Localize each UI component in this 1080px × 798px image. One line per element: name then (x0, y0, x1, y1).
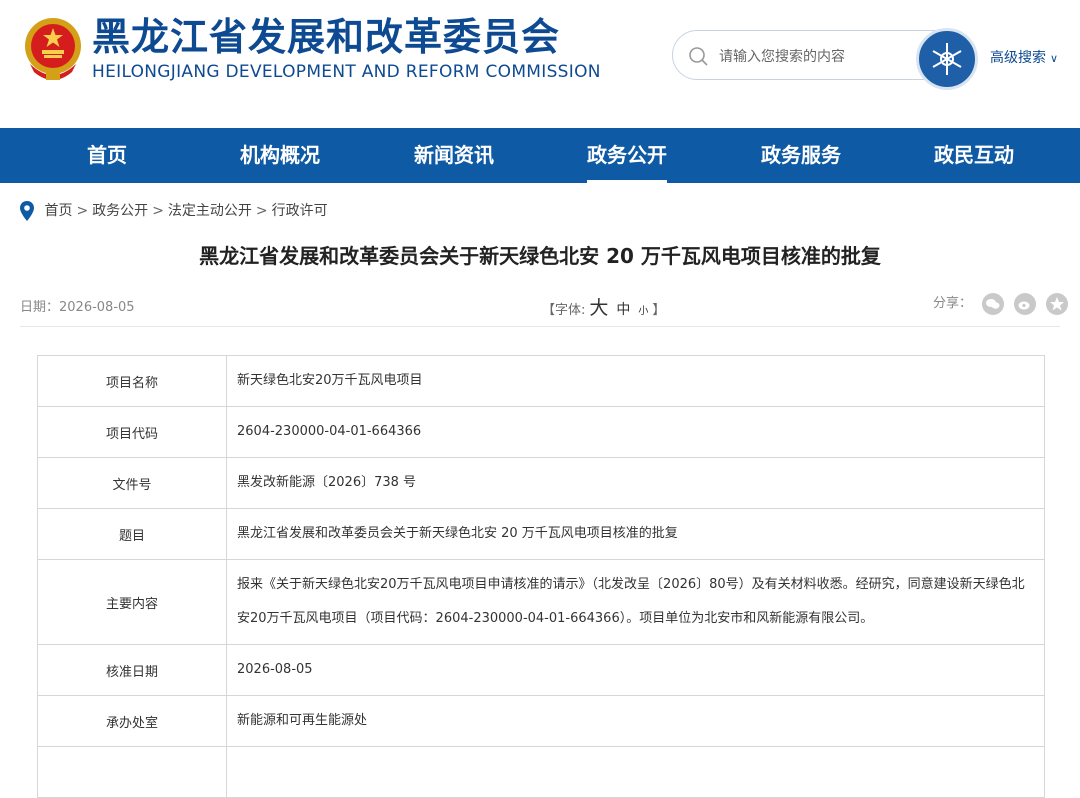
main-nav: 首页 机构概况 新闻资讯 政务公开 政务服务 政民互动 (0, 128, 1080, 183)
breadcrumb-separator: > (255, 203, 268, 219)
meta-divider (20, 326, 1060, 327)
breadcrumb-home[interactable]: 首页 (44, 203, 72, 219)
chevron-down-icon: ∨ (1050, 52, 1059, 65)
search-icon (689, 47, 708, 66)
table-row: 文件号 黑发改新能源〔2026〕738 号 (37, 457, 1045, 509)
national-emblem-icon (25, 18, 81, 80)
table-row: 核准日期 2026-08-05 (37, 644, 1045, 696)
row-value: 黑发改新能源〔2026〕738 号 (226, 457, 1045, 509)
star-favorite-icon[interactable] (1046, 292, 1069, 315)
snowflake-icon (932, 43, 962, 75)
font-small-button[interactable]: 小 (638, 306, 648, 317)
advanced-search-label: 高级搜索 (990, 50, 1046, 66)
nav-item-news[interactable]: 新闻资讯 (384, 128, 524, 183)
row-label: 文件号 (37, 457, 227, 509)
weibo-icon[interactable] (1014, 292, 1037, 315)
font-size-label: 【字体: (542, 303, 586, 318)
font-big-button[interactable]: 大 (589, 297, 608, 319)
breadcrumb-disclosure[interactable]: 法定主动公开 (168, 203, 252, 219)
share-bar: 分享： (933, 292, 1069, 315)
table-row: 项目名称 新天绿色北安20万千瓦风电项目 (37, 355, 1045, 407)
row-value (226, 746, 1045, 798)
table-row: 主要内容 报来《关于新天绿色北安20万千瓦风电项目申请核准的请示》（北发改呈〔2… (37, 559, 1045, 645)
nav-item-interaction[interactable]: 政民互动 (904, 128, 1044, 183)
nav-item-gov-affairs[interactable]: 政务公开 (557, 128, 697, 183)
row-label: 核准日期 (37, 644, 227, 696)
search-input[interactable] (717, 43, 921, 71)
nav-item-home[interactable]: 首页 (37, 128, 177, 183)
site-title[interactable]: 黑龙江省发展和改革委员会 (92, 14, 560, 60)
font-size-control: 【字体: 大中小】 (542, 293, 665, 320)
site-subtitle: HEILONGJIANG DEVELOPMENT AND REFORM COMM… (92, 62, 601, 82)
nav-item-gov-services[interactable]: 政务服务 (731, 128, 871, 183)
row-label: 项目代码 (37, 406, 227, 458)
project-info-table: 项目名称 新天绿色北安20万千瓦风电项目 项目代码 2604-230000-04… (37, 355, 1045, 798)
row-label: 项目名称 (37, 355, 227, 407)
site-header: 黑龙江省发展和改革委员会 HEILONGJIANG DEVELOPMENT AN… (0, 0, 1080, 128)
row-value: 2604-230000-04-01-664366 (226, 406, 1045, 458)
article-date: 日期：2026-08-05 (20, 300, 135, 315)
row-label: 主要内容 (37, 559, 227, 645)
search-button[interactable] (916, 28, 978, 90)
nav-item-about[interactable]: 机构概况 (210, 128, 350, 183)
location-pin-icon (20, 201, 34, 221)
wechat-icon[interactable] (982, 292, 1005, 315)
table-row: 项目代码 2604-230000-04-01-664366 (37, 406, 1045, 458)
breadcrumb-gov-affairs[interactable]: 政务公开 (92, 203, 148, 219)
row-label (37, 746, 227, 798)
advanced-search-link[interactable]: 高级搜索 ∨ (990, 47, 1058, 67)
font-medium-button[interactable]: 中 (616, 302, 630, 318)
row-label: 承办处室 (37, 695, 227, 747)
breadcrumb: 首页 > 政务公开 > 法定主动公开 > 行政许可 (20, 200, 328, 221)
article-title: 黑龙江省发展和改革委员会关于新天绿色北安 20 万千瓦风电项目核准的批复 (199, 244, 881, 268)
row-label: 题目 (37, 508, 227, 560)
table-row: 题目 黑龙江省发展和改革委员会关于新天绿色北安 20 万千瓦风电项目核准的批复 (37, 508, 1045, 560)
breadcrumb-separator: > (152, 203, 164, 219)
table-row: 承办处室 新能源和可再生能源处 (37, 695, 1045, 747)
row-value: 新能源和可再生能源处 (226, 695, 1045, 747)
share-label: 分享： (933, 296, 973, 311)
row-value: 2026-08-05 (226, 644, 1045, 696)
row-value: 黑龙江省发展和改革委员会关于新天绿色北安 20 万千瓦风电项目核准的批复 (226, 508, 1045, 560)
row-value: 新天绿色北安20万千瓦风电项目 (226, 355, 1045, 407)
breadcrumb-separator: > (76, 203, 89, 219)
table-row (37, 746, 1045, 798)
breadcrumb-admin-permit[interactable]: 行政许可 (272, 203, 328, 219)
font-size-label-close: 】 (652, 303, 666, 318)
row-value: 报来《关于新天绿色北安20万千瓦风电项目申请核准的请示》（北发改呈〔2026〕8… (226, 559, 1045, 645)
